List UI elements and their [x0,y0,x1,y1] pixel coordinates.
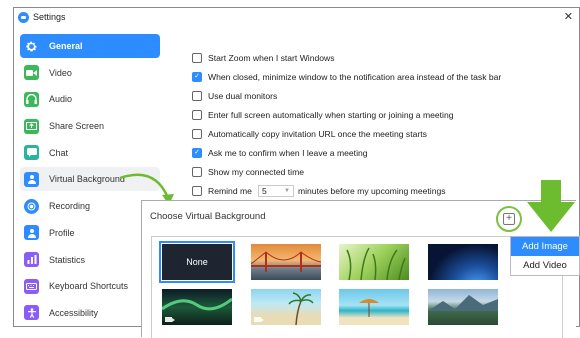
option-full-screen[interactable]: Enter full screen automatically when sta… [192,105,501,124]
option-show-connected-time[interactable]: Show my connected time [192,162,501,181]
remind-prefix-label: Remind me [208,185,252,196]
checkbox[interactable] [192,166,202,177]
down-arrow-icon [527,180,575,232]
menu-item-add-video[interactable]: Add Video [511,256,579,275]
thumbnail-grass[interactable] [339,244,409,281]
option-confirm-leave[interactable]: ✓ Ask me to confirm when I leave a meeti… [192,143,501,162]
sidebar-item-label: Recording [49,201,91,212]
option-copy-invitation-url[interactable]: Automatically copy invitation URL once t… [192,124,501,143]
keyboard-icon [24,278,39,294]
video-icon [24,65,39,81]
sidebar-item-profile[interactable]: Profile [20,221,160,245]
checkbox[interactable] [192,128,202,139]
thumbnail-palm-beach[interactable] [251,289,321,326]
chat-icon [24,145,39,161]
option-label: Start Zoom when I start Windows [208,52,335,63]
sidebar-item-label: Share Screen [49,121,105,132]
sidebar-item-chat[interactable]: Chat [20,141,160,165]
person-icon [24,171,39,187]
checkbox[interactable] [192,90,202,101]
sidebar-item-audio[interactable]: Audio [20,87,160,111]
gear-icon [24,39,39,54]
option-minimize-to-tray[interactable]: ✓ When closed, minimize window to the no… [192,67,501,86]
option-label: Use dual monitors [208,90,278,101]
thumbnail-earth[interactable] [428,244,498,280]
sidebar-item-label: Video [49,67,72,78]
checkbox-checked[interactable]: ✓ [192,71,202,82]
thumbnail-mountain-lake[interactable] [428,289,498,325]
sidebar-item-label: Profile [49,227,75,238]
option-label: Automatically copy invitation URL once t… [208,128,427,139]
checkbox[interactable] [192,185,202,196]
option-label: Ask me to confirm when I leave a meeting [208,147,368,158]
sidebar-item-statistics[interactable]: Statistics [20,248,160,272]
sidebar-item-label: Accessibility [49,307,99,318]
add-background-menu: Add Image Add Video [510,236,580,276]
statistics-icon [24,252,39,267]
menu-item-add-image[interactable]: Add Image [511,237,579,256]
sidebar-item-video[interactable]: Video [20,61,160,85]
sidebar-item-share-screen[interactable]: Share Screen [20,114,160,138]
sidebar-item-accessibility[interactable]: Accessibility [20,301,160,325]
option-label: Enter full screen automatically when sta… [208,109,454,120]
zoom-app-icon [18,11,29,23]
sidebar-item-general[interactable]: General [20,34,160,58]
option-dual-monitors[interactable]: Use dual monitors [192,86,501,105]
title-bar: Settings ✕ [14,8,579,26]
accessibility-icon [24,305,39,321]
thumbnail-none-label: None [186,257,208,267]
remind-minutes-value: 5 [261,185,267,196]
sidebar-item-label: General [49,41,83,51]
plus-icon: + [503,213,515,225]
option-label: Show my connected time [208,166,305,177]
option-label: When closed, minimize window to the noti… [208,71,502,82]
option-remind-me[interactable]: Remind me 5 ▼ minutes before my upcoming… [192,181,501,200]
close-icon[interactable]: ✕ [564,10,573,23]
background-thumbnails: None [151,236,563,338]
profile-icon [24,225,39,241]
sidebar-item-label: Chat [49,147,69,158]
option-start-with-windows[interactable]: Start Zoom when I start Windows [192,48,501,67]
checkbox[interactable] [192,52,202,63]
panel-title: Choose Virtual Background [150,211,266,222]
share-screen-icon [24,118,39,134]
remind-minutes-select[interactable]: 5 ▼ [257,184,294,197]
checkbox-checked[interactable]: ✓ [192,147,202,158]
thumbnail-none[interactable]: None [159,241,235,283]
sidebar-item-label: Keyboard Shortcuts [49,281,129,292]
sidebar-item-label: Statistics [49,254,86,265]
video-camera-icon [254,317,264,322]
video-camera-icon [165,317,175,322]
headphones-icon [24,91,39,107]
window-title: Settings [33,12,66,22]
remind-suffix-label: minutes before my upcoming meetings [297,185,446,196]
record-icon [24,198,39,214]
thumbnail-aurora[interactable] [161,289,233,325]
thumbnail-golden-gate[interactable] [250,244,322,280]
sidebar-item-keyboard-shortcuts[interactable]: Keyboard Shortcuts [20,274,160,298]
general-options: Start Zoom when I start Windows ✓ When c… [192,48,501,200]
thumbnail-beach-umbrella[interactable] [339,289,409,325]
chevron-down-icon: ▼ [284,187,290,194]
checkbox[interactable] [192,109,202,120]
add-background-button[interactable]: + [496,206,522,232]
sidebar-item-label: Audio [49,94,73,105]
